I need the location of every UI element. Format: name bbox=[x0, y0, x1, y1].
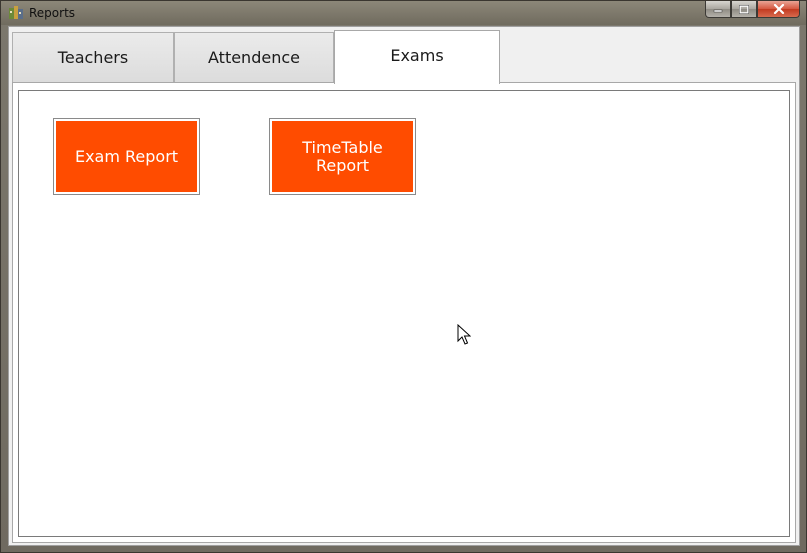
tab-strip: Teachers Attendence Exams bbox=[12, 30, 796, 84]
reports-window: Reports Teachers Attendence Exams Exam R… bbox=[0, 0, 807, 553]
timetable-report-button-label: TimeTable Report bbox=[272, 121, 413, 192]
minimize-icon bbox=[713, 9, 723, 13]
maximize-button[interactable] bbox=[731, 1, 757, 18]
tab-exams[interactable]: Exams bbox=[334, 30, 500, 84]
window-controls bbox=[705, 1, 800, 19]
title-bar[interactable]: Reports bbox=[1, 1, 806, 25]
exam-report-button[interactable]: Exam Report bbox=[53, 118, 200, 195]
close-icon bbox=[773, 4, 784, 14]
tab-attendence[interactable]: Attendence bbox=[174, 32, 334, 82]
minimize-button[interactable] bbox=[705, 1, 731, 18]
mouse-pointer-icon bbox=[457, 324, 471, 345]
app-icon bbox=[8, 5, 24, 21]
maximize-icon bbox=[739, 4, 749, 14]
tab-teachers[interactable]: Teachers bbox=[12, 32, 174, 82]
timetable-report-button[interactable]: TimeTable Report bbox=[269, 118, 416, 195]
close-button[interactable] bbox=[757, 1, 800, 18]
client-area: Teachers Attendence Exams Exam Report Ti… bbox=[8, 26, 800, 546]
exams-content-area: Exam Report TimeTable Report bbox=[18, 90, 790, 537]
exam-report-button-label: Exam Report bbox=[56, 121, 197, 192]
window-title: Reports bbox=[29, 6, 76, 20]
exams-tab-panel: Exam Report TimeTable Report bbox=[12, 82, 796, 543]
